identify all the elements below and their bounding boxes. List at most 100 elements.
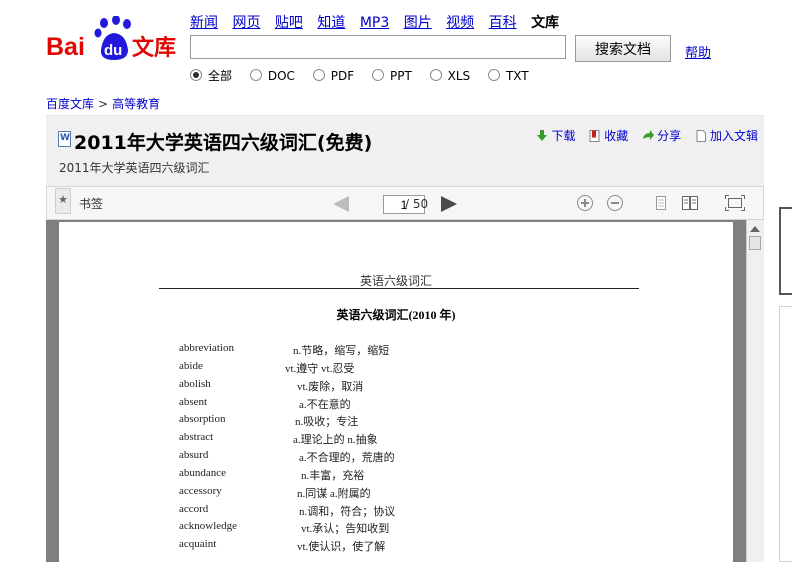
vocab-row: abundance n.丰富，充裕 — [179, 467, 599, 485]
double-page-view-icon[interactable] — [681, 195, 699, 211]
nav-tieba[interactable]: 贴吧 — [275, 15, 303, 31]
star-icon: ★ — [58, 193, 68, 206]
bookmark-label[interactable]: 书签 — [79, 195, 103, 212]
search-documents-button[interactable]: 搜索文档 — [575, 35, 671, 62]
filetype-doc[interactable]: DOC — [249, 69, 295, 83]
zoom-in-icon[interactable] — [577, 195, 593, 211]
radio-icon — [312, 69, 325, 81]
nav-zhidao[interactable]: 知道 — [317, 15, 345, 31]
scroll-up-arrow-icon[interactable] — [750, 226, 760, 232]
nav-baike[interactable]: 百科 — [489, 15, 517, 31]
nav-video[interactable]: 视频 — [446, 15, 474, 31]
nav-web[interactable]: 网页 — [232, 15, 260, 31]
vocab-word: absurd — [179, 449, 209, 462]
share-button[interactable]: 分享 — [642, 129, 685, 143]
vocab-row: abolish vt.废除，取消 — [179, 378, 599, 396]
zoom-out-icon[interactable] — [607, 195, 623, 211]
vocab-definition: a.不合理的，荒唐的 — [299, 452, 395, 465]
search-input[interactable] — [190, 35, 566, 59]
vocab-row: acknowledge vt.承认；告知收到 — [179, 520, 599, 538]
vocab-definition: vt.遵守 vt.忍受 — [285, 362, 355, 375]
breadcrumb-root[interactable]: 百度文库 — [46, 97, 94, 111]
page-running-header: 英语六级词汇 — [359, 274, 432, 288]
nav-wenku-current: 文库 — [531, 15, 560, 31]
logo-text-bai: Bai — [46, 33, 85, 61]
single-page-view-icon[interactable] — [653, 195, 669, 211]
radio-icon — [249, 69, 262, 81]
vocab-word: abstract — [179, 431, 214, 444]
vocab-row: accessory n.同谋 a.附属的 — [179, 485, 599, 503]
favorite-button[interactable]: 收藏 — [589, 129, 632, 143]
radio-selected-icon — [190, 69, 202, 81]
vocab-word: abundance — [179, 466, 227, 479]
baidu-wenku-logo[interactable]: Bai du 文库 — [46, 16, 182, 64]
radio-icon — [371, 69, 384, 81]
page-heading: 英语六级词汇(2010 年) — [336, 308, 456, 322]
filetype-ppt[interactable]: PPT — [371, 69, 412, 83]
page-total: / 50 — [405, 197, 429, 211]
breadcrumb-category[interactable]: 高等教育 — [112, 97, 160, 111]
vocab-word: acknowledge — [179, 520, 238, 533]
vocab-row: abstract a.理论上的 n.抽象 — [179, 431, 599, 449]
next-page-arrow-icon[interactable] — [441, 196, 457, 212]
bookmark-tab[interactable]: ★ — [55, 188, 71, 214]
vocab-word: abbreviation — [179, 342, 234, 354]
share-icon — [643, 130, 655, 140]
vocab-definition: vt.废除，取消 — [297, 380, 364, 393]
document-subtitle: 2011年大学英语四六级词汇 — [59, 161, 210, 175]
vertical-scrollbar[interactable] — [746, 220, 764, 562]
top-nav: 新闻 网页 贴吧 知道 MP3 图片 视频 百科 文库 — [190, 12, 569, 32]
document-header: 2011年大学英语四六级词汇(免费) 2011年大学英语四六级词汇 下载 收藏 … — [46, 115, 764, 186]
vocab-row: abide vt.遵守 vt.忍受 — [179, 360, 599, 378]
download-arrow-icon — [537, 130, 548, 141]
vocab-row: abbreviation n.节略，缩写，缩短 — [179, 342, 599, 360]
radio-icon — [429, 69, 442, 81]
nav-images[interactable]: 图片 — [404, 15, 432, 31]
breadcrumb: 百度文库 > 高等教育 — [46, 95, 160, 112]
vocab-row: accord n.调和，符合；协议 — [179, 503, 599, 521]
vocab-word: accord — [179, 502, 209, 515]
vocab-definition: n.丰富，充裕 — [301, 469, 365, 482]
vocab-word: abide — [179, 359, 203, 372]
vocab-list: abbreviation n.节略，缩写，缩短 abide vt.遵守 vt.忍受 … — [179, 342, 599, 556]
vocab-row: absorption n.吸收；专注 — [179, 413, 599, 431]
vocab-definition: vt.承认；告知收到 — [301, 523, 390, 536]
fullscreen-icon[interactable] — [725, 195, 745, 211]
vocab-definition: n.同谋 a.附属的 — [297, 487, 371, 500]
download-button[interactable]: 下载 — [536, 129, 579, 143]
breadcrumb-separator: > — [98, 97, 109, 111]
vocab-word: absorption — [179, 413, 226, 426]
filetype-pdf[interactable]: PDF — [312, 69, 354, 83]
side-panel-partial — [779, 306, 792, 562]
previous-page-arrow-icon[interactable] — [333, 196, 349, 212]
filetype-filter: 全部 DOC PDF PPT XLS TXT — [190, 67, 543, 84]
document-title: 2011年大学英语四六级词汇(免费) — [58, 128, 372, 155]
viewer-toolbar: ★ 书签 / 50 — [46, 186, 764, 220]
vocab-definition: n.调和，符合；协议 — [299, 505, 396, 518]
document-viewer[interactable]: 英语六级词汇 英语六级词汇(2010 年) abbreviation n.节略，缩… — [46, 220, 764, 562]
nav-news[interactable]: 新闻 — [190, 15, 218, 31]
add-to-library-button[interactable]: 加入文辑 — [695, 129, 758, 143]
vocab-definition: vt.使认识，使了解 — [297, 541, 386, 554]
header-rule — [159, 288, 639, 289]
filetype-txt[interactable]: TXT — [487, 69, 529, 83]
bookmark-icon — [589, 130, 600, 142]
vocab-definition: n.节略，缩写，缩短 — [293, 345, 390, 357]
filetype-all[interactable]: 全部 — [190, 67, 232, 84]
side-panel-partial — [779, 207, 792, 295]
help-link[interactable]: 帮助 — [685, 42, 711, 61]
vocab-row: absurd a.不合理的，荒唐的 — [179, 449, 599, 467]
vocab-definition: n.吸收；专注 — [295, 416, 359, 429]
filetype-xls[interactable]: XLS — [429, 69, 470, 83]
nav-mp3[interactable]: MP3 — [360, 15, 389, 31]
radio-icon — [487, 69, 500, 81]
document-actions: 下载 收藏 分享 加入文辑 — [526, 127, 758, 144]
vocab-row: absent a.不在意的 — [179, 396, 599, 414]
vocab-definition: a.理论上的 n.抽象 — [293, 434, 378, 447]
vocab-word: absent — [179, 395, 208, 408]
scroll-thumb[interactable] — [749, 236, 761, 250]
logo-text-du: du — [104, 42, 122, 59]
vocab-word: accessory — [179, 484, 222, 497]
vocab-word: acquaint — [179, 538, 217, 551]
vocab-definition: a.不在意的 — [299, 398, 351, 411]
